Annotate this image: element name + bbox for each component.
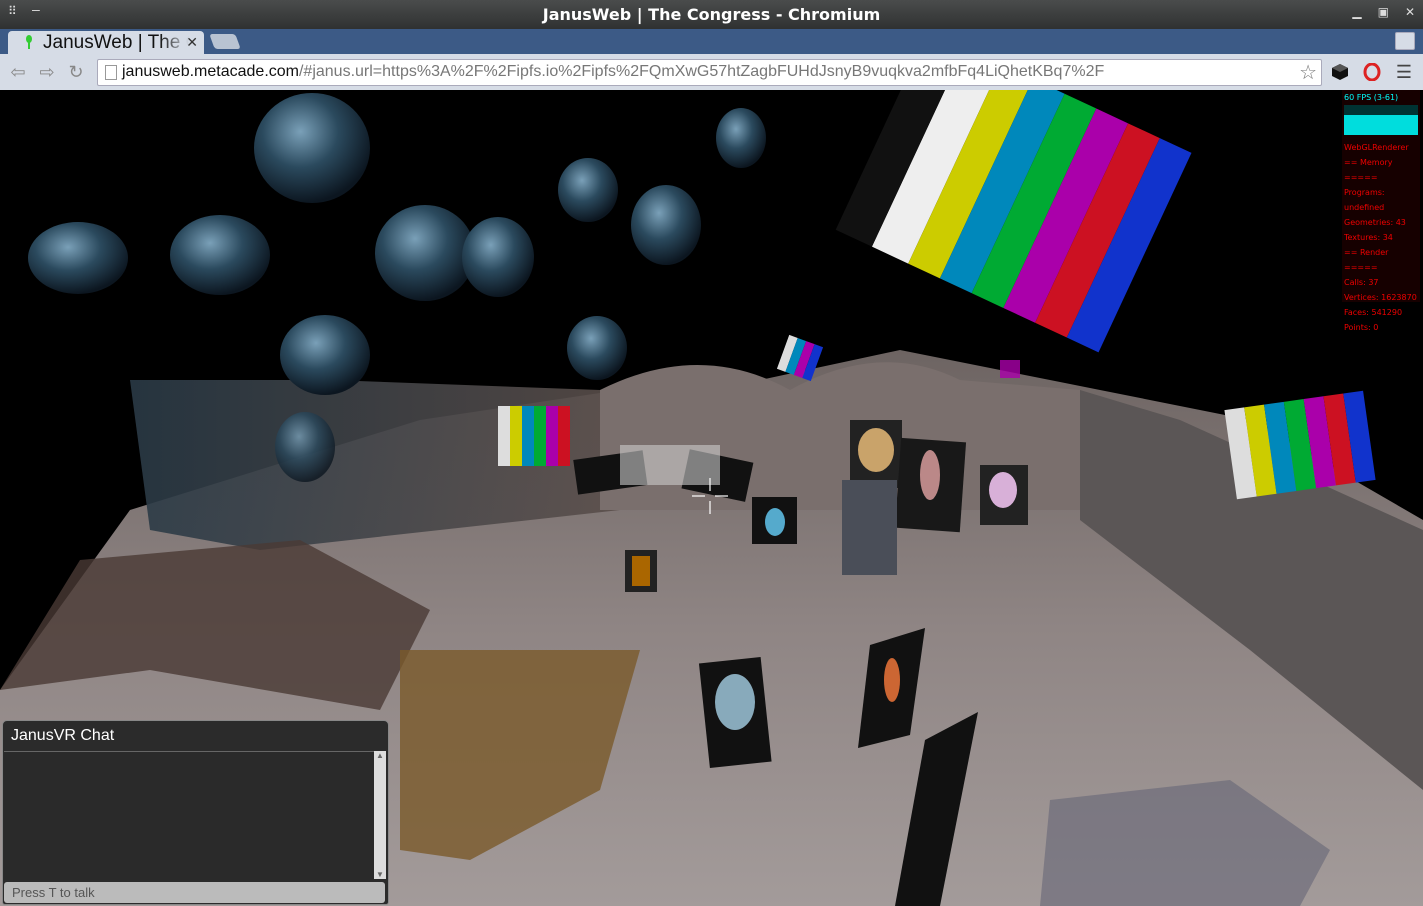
crosshair-icon <box>692 478 728 514</box>
profile-icon[interactable] <box>1395 32 1415 50</box>
address-bar[interactable]: janusweb.metacade.com/#janus.url=https%3… <box>97 59 1322 86</box>
fps-counter: 60 FPS (3-61) <box>1344 93 1399 102</box>
page-icon <box>105 65 117 80</box>
opera-extension-icon[interactable] <box>1363 63 1381 81</box>
back-icon[interactable]: ⇦ <box>8 62 28 82</box>
chat-log[interactable] <box>4 751 374 880</box>
tab-janusweb[interactable]: JanusWeb | The Congress ✕ <box>8 31 204 54</box>
star-icon[interactable]: ☆ <box>1299 60 1317 85</box>
janus-favicon-icon <box>26 35 32 49</box>
tab-strip: JanusWeb | The Congress ✕ <box>0 29 1423 54</box>
reload-icon[interactable]: ↻ <box>66 62 86 82</box>
cube-extension-icon[interactable] <box>1331 63 1349 81</box>
close-icon[interactable]: ✕ <box>1405 5 1415 19</box>
chat-panel: JanusVR Chat ▲ ▼ Press T to talk <box>2 720 389 905</box>
renderer-info: WebGLRenderer == Memory ===== Programs: … <box>1344 143 1417 332</box>
chat-scrollbar[interactable]: ▲ ▼ <box>374 751 386 879</box>
tab-label: JanusWeb | The Congress <box>43 32 189 53</box>
window-title: JanusWeb | The Congress - Chromium <box>542 5 881 24</box>
menu-icon[interactable]: ☰ <box>1394 62 1414 82</box>
chat-title: JanusVR Chat <box>11 727 115 744</box>
minimize-icon[interactable]: ▁ <box>1352 5 1361 19</box>
window-titlebar: ⠿ – JanusWeb | The Congress - Chromium ▁… <box>0 0 1423 29</box>
fps-graph <box>1344 105 1418 135</box>
url-text[interactable]: janusweb.metacade.com/#janus.url=https%3… <box>122 63 1104 81</box>
tab-close-icon[interactable]: ✕ <box>186 34 198 51</box>
maximize-icon[interactable]: ▣ <box>1378 5 1389 19</box>
renderer-stats-panel: 60 FPS (3-61) WebGLRenderer == Memory ==… <box>1342 90 1420 332</box>
scroll-down-icon[interactable]: ▼ <box>374 870 386 879</box>
forward-icon[interactable]: ⇨ <box>37 62 57 82</box>
chat-input[interactable]: Press T to talk <box>4 882 385 903</box>
new-tab-button[interactable] <box>209 34 241 49</box>
scroll-up-icon[interactable]: ▲ <box>374 751 386 760</box>
browser-toolbar: ⇦ ⇨ ↻ janusweb.metacade.com/#janus.url=h… <box>0 54 1423 91</box>
